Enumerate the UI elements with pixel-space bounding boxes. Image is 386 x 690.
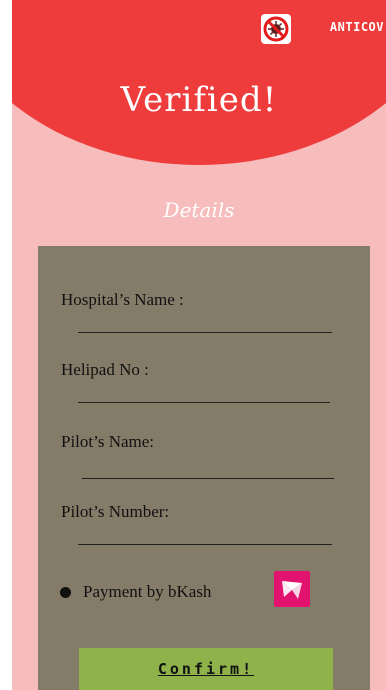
bkash-bird-icon	[282, 581, 302, 599]
pilot-number-field[interactable]	[78, 544, 332, 545]
virus-prohibited-icon	[261, 14, 291, 44]
hospital-name-label: Hospital’s Name :	[61, 290, 184, 309]
details-heading: Details	[163, 198, 235, 222]
pilot-name-field[interactable]	[82, 478, 334, 479]
pilot-name-label: Pilot’s Name:	[61, 432, 155, 451]
pilot-number-label: Pilot’s Number:	[61, 502, 170, 521]
page-title: Verified!	[120, 80, 278, 120]
payment-option[interactable]: Payment by bKash	[60, 582, 211, 602]
brand-name: ANTICOV	[329, 20, 384, 34]
helipad-no-label: Helipad No :	[61, 360, 149, 379]
details-card: Hospital’s Name : Helipad No : Pilot’s N…	[38, 246, 370, 690]
radio-bullet-icon[interactable]	[60, 586, 71, 598]
helipad-no-field[interactable]	[78, 402, 330, 403]
hospital-name-field[interactable]	[78, 332, 332, 333]
app-screen: ANTICOV Verified! Details Hospital’s Nam…	[12, 0, 386, 690]
bkash-button[interactable]	[274, 571, 310, 607]
payment-label: Payment by bKash	[83, 582, 212, 601]
confirm-button[interactable]: Confirm!	[79, 648, 333, 690]
